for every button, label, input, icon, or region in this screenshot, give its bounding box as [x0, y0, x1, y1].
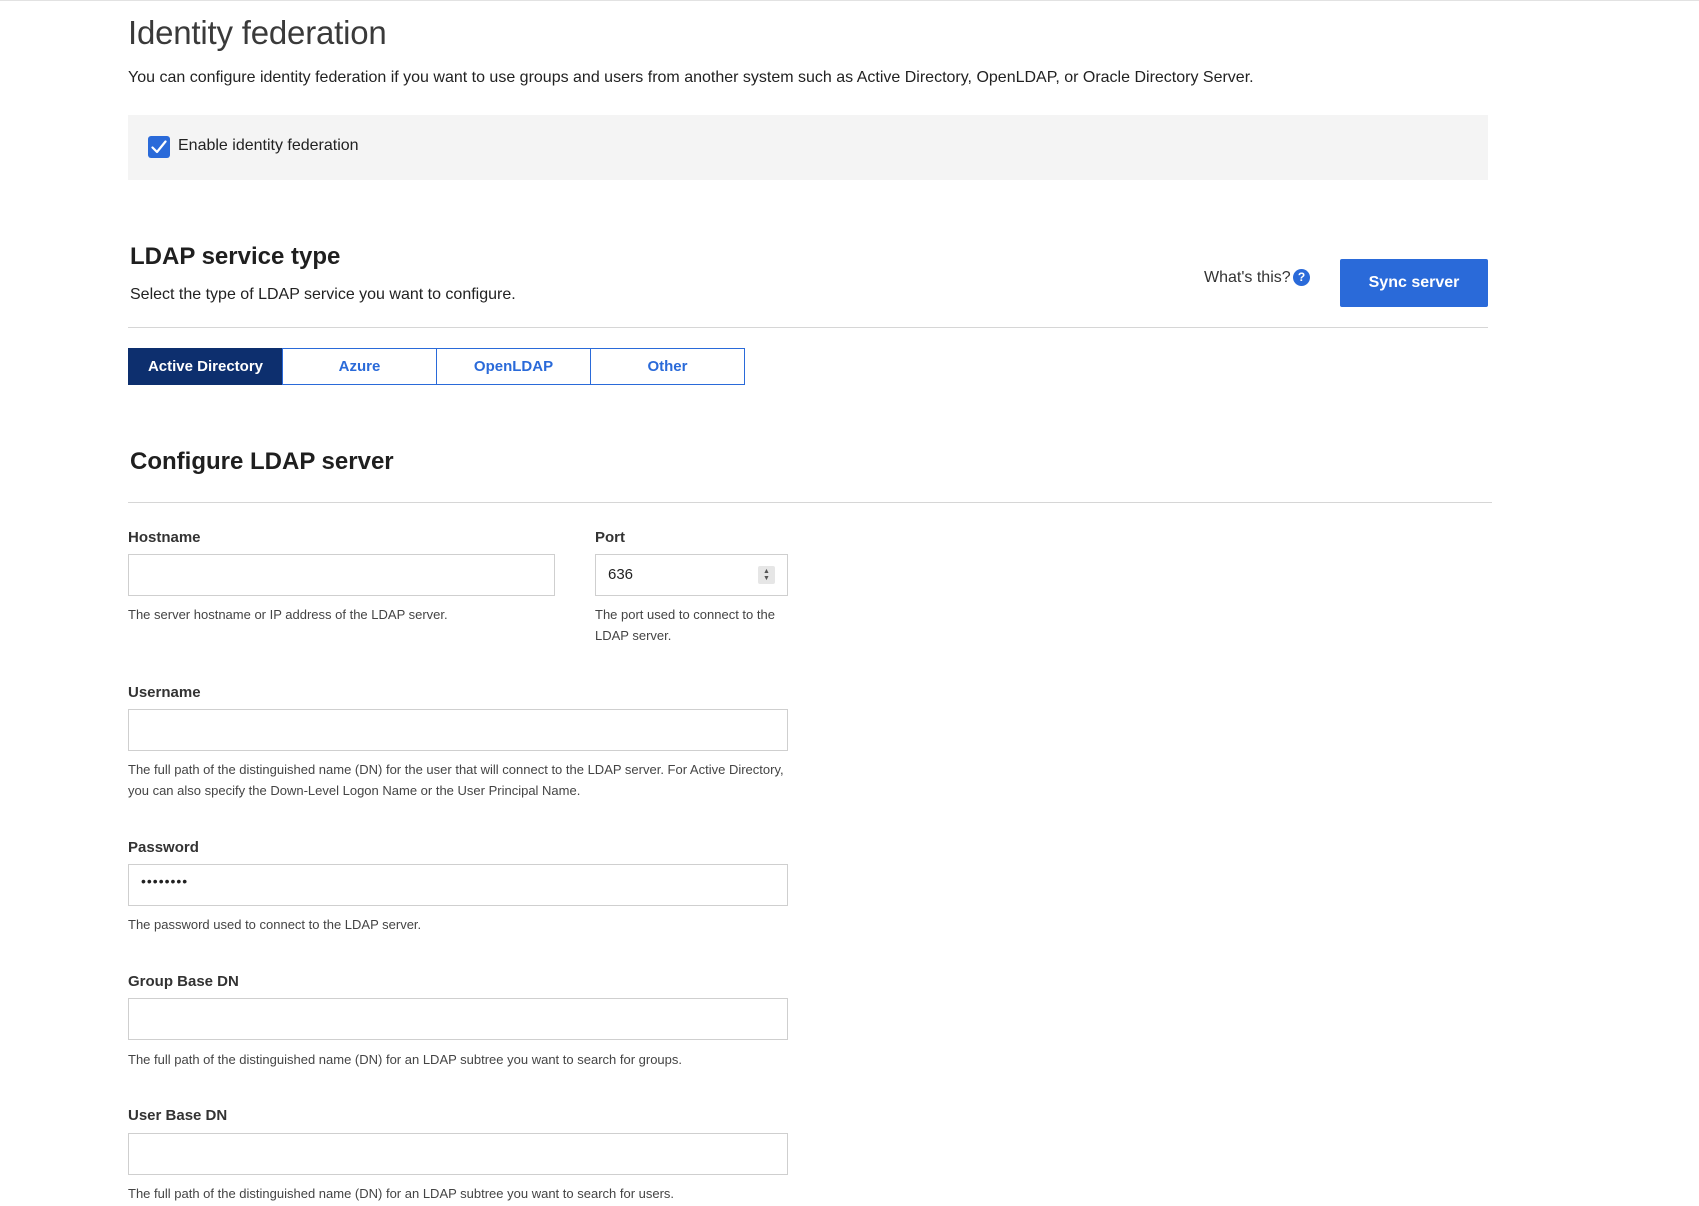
enable-federation-panel: Enable identity federation [128, 115, 1488, 180]
tab-active-directory[interactable]: Active Directory [128, 348, 283, 385]
tab-azure[interactable]: Azure [282, 348, 437, 385]
enable-federation-label[interactable]: Enable identity federation [178, 137, 359, 155]
port-hint: The port used to connect to the LDAP ser… [595, 604, 775, 646]
ldap-service-type-description: Select the type of LDAP service you want… [130, 286, 516, 303]
tab-other[interactable]: Other [590, 348, 745, 385]
page-title: Identity federation [128, 14, 387, 51]
group-base-dn-label: Group Base DN [128, 973, 239, 990]
port-hint-line-2: LDAP server. [595, 628, 672, 643]
port-input[interactable]: 636 ▲ ▼ [595, 554, 788, 596]
tab-openldap[interactable]: OpenLDAP [436, 348, 591, 385]
whats-this-link[interactable]: What's this? [1204, 269, 1291, 287]
enable-federation-checkbox[interactable] [148, 136, 170, 158]
chevron-up-icon[interactable]: ▲ [763, 568, 770, 575]
checkmark-icon [151, 140, 167, 154]
group-base-dn-input[interactable] [128, 998, 788, 1040]
password-hint: The password used to connect to the LDAP… [128, 917, 422, 932]
group-base-dn-hint: The full path of the distinguished name … [128, 1052, 683, 1067]
ldap-type-tabs: Active Directory Azure OpenLDAP Other [128, 348, 745, 385]
port-stepper[interactable]: ▲ ▼ [758, 566, 775, 584]
ldap-service-type-heading: LDAP service type [130, 243, 341, 270]
hostname-hint: The server hostname or IP address of the… [128, 607, 448, 622]
configure-ldap-heading: Configure LDAP server [130, 448, 394, 475]
port-value: 636 [608, 566, 634, 583]
password-value: •••••••• [141, 873, 189, 889]
hostname-input[interactable] [128, 554, 555, 596]
page-description: You can configure identity federation if… [128, 69, 1254, 86]
divider [128, 327, 1488, 328]
port-label: Port [595, 529, 625, 546]
identity-federation-page: Identity federation You can configure id… [0, 0, 1699, 1206]
username-input[interactable] [128, 709, 788, 751]
chevron-down-icon[interactable]: ▼ [763, 575, 770, 582]
username-hint: The full path of the distinguished name … [128, 759, 784, 801]
port-hint-line-1: The port used to connect to the [595, 607, 775, 622]
user-base-dn-hint: The full path of the distinguished name … [128, 1186, 675, 1201]
password-label: Password [128, 839, 199, 856]
username-hint-line-1: The full path of the distinguished name … [128, 762, 784, 777]
user-base-dn-label: User Base DN [128, 1107, 228, 1124]
username-hint-line-2: you can also specify the Down-Level Logo… [128, 783, 581, 798]
user-base-dn-input[interactable] [128, 1133, 788, 1175]
username-label: Username [128, 684, 201, 701]
hostname-label: Hostname [128, 529, 201, 546]
sync-server-button[interactable]: Sync server [1340, 259, 1488, 307]
divider [128, 502, 1492, 503]
help-icon[interactable]: ? [1293, 269, 1310, 286]
password-input[interactable]: •••••••• [128, 864, 788, 906]
